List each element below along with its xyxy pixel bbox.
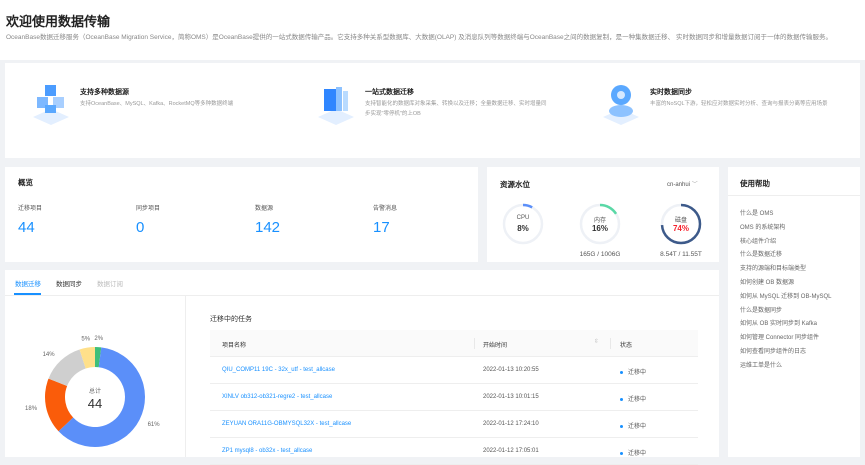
help-link[interactable]: OMS 的系统架构: [740, 222, 785, 231]
gauge-label: 磁盘: [674, 218, 687, 224]
start-time: 2022-01-12 17:05:01: [483, 448, 539, 454]
help-link[interactable]: 运维工单是什么: [740, 360, 782, 369]
table-row: XINLV ob312-ob321-regre2 - test_allcase 2…: [210, 384, 698, 411]
gauge-value: 16%: [591, 224, 608, 233]
status-badge: 迁移中: [620, 421, 646, 430]
feature-title: 支持多种数据源: [80, 89, 129, 96]
tab-data-subscription: 数据订阅: [97, 281, 123, 288]
column-header-status: 状态: [620, 343, 633, 349]
stat-value: 142: [255, 219, 281, 236]
page-header: 欢迎使用数据传输 OceanBase数据迁移服务（OceanBase Migra…: [0, 0, 865, 60]
feature-desc: 支持OceanBase、MySQL、Kafka、RocketMQ等多种数据终端: [80, 101, 234, 107]
start-time: 2022-01-13 10:01:15: [483, 394, 539, 400]
slice-label: 5%: [81, 337, 90, 343]
feature-title: 一站式数据迁移: [365, 89, 414, 96]
stat-label: 迁移项目: [18, 206, 43, 212]
feature-migration: 一站式数据迁移 支持智能化的数据库对象采集、转换以及迁移；全量数据迁移、实时增量…: [290, 63, 575, 158]
stat-value: 44: [18, 219, 35, 236]
tasks-table-header: 项目名称 开始时间 ⇳ 状态: [210, 330, 698, 357]
feature-sync: 实时数据同步 丰富的NoSQL下游，轻松应对数据实时分析、查询与报表分离等应用场…: [575, 63, 860, 158]
gauge-value: 74%: [672, 224, 689, 233]
stat-label: 告警消息: [373, 206, 398, 212]
help-link[interactable]: 如何查看同步组件的日志: [740, 346, 806, 355]
status-dot-icon: [620, 397, 623, 401]
tab-data-sync[interactable]: 数据同步: [56, 278, 82, 288]
status-dot-icon: [620, 451, 623, 455]
project-name-link[interactable]: ZEYUAN ORA11G-OBMYSQL32X - test_allcase: [222, 421, 351, 427]
features-banner: 支持多种数据源 支持OceanBase、MySQL、Kafka、RocketMQ…: [5, 63, 860, 158]
table-row: ZP1 mysql8 - ob32x - test_allcase 2022-01…: [210, 438, 698, 465]
overview-card: 概览 迁移项目 44 同步项目 0 数据源 142 告警消息 17: [5, 167, 478, 262]
start-time: 2022-01-13 10:20:55: [483, 367, 539, 373]
overview-title: 概览: [18, 178, 33, 187]
gauge-detail: 8.54T / 11.55T: [660, 251, 702, 258]
gauge-label: CPU: [516, 215, 530, 221]
gauge-detail: 165G / 1006G: [579, 251, 621, 258]
status-badge: 迁移中: [620, 367, 646, 376]
project-name-link[interactable]: XINLV ob312-ob321-regre2 - test_allcase: [222, 394, 332, 400]
stat-label: 同步项目: [136, 206, 161, 212]
feature-desc: 丰富的NoSQL下游，轻松应对数据实时分析、查询与报表分离等应用场景: [650, 101, 828, 107]
table-row: ZEYUAN ORA11G-OBMYSQL32X - test_allcase 2…: [210, 411, 698, 438]
sync-icon: [603, 85, 639, 125]
status-dot-icon: [620, 424, 623, 428]
help-link[interactable]: 如何从 MySQL 迁移到 OB-MySQL: [740, 291, 831, 300]
column-header-name: 项目名称: [222, 343, 247, 349]
status-text: 迁移中: [628, 424, 647, 430]
slice-label: 2%: [94, 336, 103, 342]
status-dot-icon: [620, 370, 623, 374]
help-title: 使用帮助: [740, 179, 770, 188]
center-label: 总计: [89, 387, 101, 395]
start-time: 2022-01-12 17:24:10: [483, 421, 539, 427]
cubes-icon: [33, 85, 69, 125]
stat-value: 0: [136, 219, 145, 236]
help-card: 使用帮助 什么是 OMS OMS 的系统架构 核心组件介绍 什么是数据迁移支持的源端和…: [728, 167, 860, 457]
help-link[interactable]: 支持的源端和目标端类型: [740, 263, 806, 272]
help-link[interactable]: 什么是数据同步: [740, 305, 782, 314]
feature-data-sources: 支持多种数据源 支持OceanBase、MySQL、Kafka、RocketMQ…: [5, 63, 285, 158]
status-text: 迁移中: [628, 451, 647, 457]
feature-title: 实时数据同步: [650, 89, 692, 96]
migration-donut-chart: 2% 61% 18% 14% 5% 总计44: [25, 336, 161, 447]
help-link[interactable]: 核心组件介绍: [740, 236, 776, 245]
resource-card: 资源水位 cn-anhui ﹀ CPU 8% 内存 16% 165G / 100…: [487, 167, 719, 262]
page-description: OceanBase数据迁移服务（OceanBase Migration Serv…: [6, 34, 832, 41]
slice-label: 61%: [148, 422, 161, 428]
stat-label: 数据源: [255, 206, 274, 212]
project-name-link[interactable]: ZP1 mysql8 - ob32x - test_allcase: [222, 448, 312, 454]
tab-data-migration[interactable]: 数据迁移: [15, 278, 41, 288]
help-link[interactable]: 什么是 OMS: [740, 208, 773, 217]
slice-label: 14%: [43, 352, 56, 358]
region-value: cn-anhui: [667, 182, 691, 188]
help-link[interactable]: 如何从 OB 实时同步到 Kafka: [740, 318, 817, 327]
migration-icon: [318, 87, 354, 125]
help-link[interactable]: 如何管理 Connector 同步组件: [740, 332, 819, 341]
status-badge: 迁移中: [620, 448, 646, 457]
table-row: QIU_COMP11 19C - 32x_utf - test_allcase 2…: [210, 357, 698, 384]
gauge-label: 内存: [593, 218, 606, 224]
project-name-link[interactable]: QIU_COMP11 19C - 32x_utf - test_allcase: [222, 367, 335, 373]
sort-icon[interactable]: ⇳: [594, 338, 599, 345]
status-text: 迁移中: [628, 397, 647, 403]
page-title: 欢迎使用数据传输: [6, 14, 111, 29]
resource-title: 资源水位: [500, 180, 530, 189]
chevron-down-icon: ﹀: [691, 182, 698, 188]
column-header-start-time[interactable]: 开始时间: [483, 340, 507, 349]
tasks-title: 迁移中的任务: [210, 316, 252, 323]
status-text: 迁移中: [628, 370, 647, 376]
stat-value: 17: [373, 219, 390, 236]
feature-desc: 支持智能化的数据库对象采集、转换以及迁移；全量数据迁移、实时增量同步实现"零停机…: [365, 101, 547, 117]
help-link[interactable]: 什么是数据迁移: [740, 249, 782, 258]
help-link[interactable]: 如何创建 OB 数据源: [740, 277, 794, 286]
region-select[interactable]: cn-anhui ﹀: [667, 179, 698, 188]
slice-label: 18%: [25, 406, 38, 412]
gauge-value: 8%: [517, 224, 529, 233]
status-badge: 迁移中: [620, 394, 646, 403]
center-value: 44: [88, 396, 102, 411]
